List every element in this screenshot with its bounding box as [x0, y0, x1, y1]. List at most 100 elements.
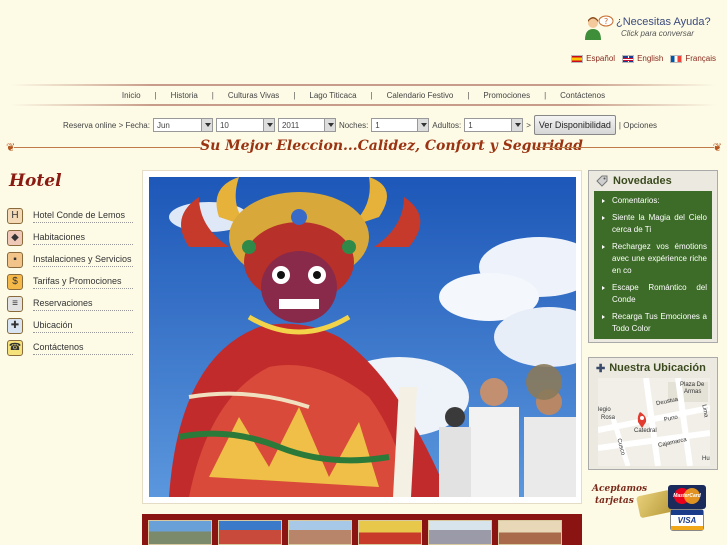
room-icon: ◆ — [7, 230, 23, 246]
ornament-right-icon: ❦ — [712, 142, 722, 154]
visa-card-icon: VISA — [670, 509, 704, 531]
sidebar-item[interactable]: ≡ Reservaciones — [7, 293, 133, 315]
sidebar-item[interactable]: ▪ Instalaciones y Servicios — [7, 249, 133, 271]
reservation-icon: ≡ — [7, 296, 23, 312]
sidebar-item-label: Contáctenos — [33, 342, 133, 355]
news-item[interactable]: Comentarios: — [599, 195, 707, 207]
sidebar-title: Hotel — [9, 171, 62, 191]
thumbnail-5[interactable] — [428, 520, 492, 545]
uk-flag-icon — [622, 54, 635, 63]
france-flag-icon — [670, 54, 683, 63]
hero-image — [149, 177, 576, 497]
news-item[interactable]: Siente la Magia del Cielo cerca de Ti — [599, 212, 707, 236]
nav-separator: | — [293, 90, 296, 100]
luggage-icon: ▪ — [7, 252, 23, 268]
sidebar-item[interactable]: H Hotel Conde de Lemos — [7, 205, 133, 227]
nav-promociones[interactable]: Promociones — [483, 91, 530, 100]
adults-select[interactable]: 1 — [464, 118, 524, 132]
price-icon: $ — [7, 274, 23, 290]
language-selector: Español English Français — [571, 54, 716, 63]
thumbnail-strip — [142, 514, 582, 545]
booking-label: Reserva online > Fecha: — [63, 120, 150, 130]
chat-assistant-icon: ? — [585, 15, 614, 40]
news-header: Novedades — [589, 171, 717, 191]
sidebar-item[interactable]: ☎ Contáctenos — [7, 337, 133, 359]
map-label: Plaza De — [680, 382, 705, 388]
sidebar-item-label: Instalaciones y Servicios — [33, 254, 133, 267]
chevron-down-icon — [200, 119, 212, 131]
nav-separator: | — [211, 90, 214, 100]
map-label: Rosa — [601, 415, 616, 421]
chevron-down-icon — [262, 119, 274, 131]
accepted-cards: Aceptamos tarjetas MasterCard VISA — [590, 483, 720, 545]
chevron-down-icon — [323, 119, 335, 131]
sidebar-item[interactable]: ✚ Ubicación — [7, 315, 133, 337]
thumbnail-6[interactable] — [498, 520, 562, 545]
help-subtitle[interactable]: Click para conversar — [621, 29, 694, 38]
sidebar-item-label: Hotel Conde de Lemos — [33, 210, 133, 223]
map-label: Hu — [702, 456, 710, 462]
nav-lago-titicaca[interactable]: Lago Titicaca — [309, 91, 356, 100]
chevron-down-icon — [417, 119, 429, 131]
sidebar-item-label: Habitaciones — [33, 232, 133, 245]
lang-english[interactable]: English — [622, 54, 663, 63]
map-label: legio — [598, 407, 611, 413]
nav-contactenos[interactable]: Contáctenos — [560, 91, 605, 100]
chat-help-widget[interactable]: ? ¿Necesitas Ayuda? Click para conversar — [584, 13, 724, 40]
location-header: ✚ Nuestra Ubicación — [589, 358, 717, 378]
thumbnail-2[interactable] — [218, 520, 282, 545]
sidebar-menu: H Hotel Conde de Lemos ◆ Habitaciones ▪ Insta… — [7, 205, 133, 359]
news-title: Novedades — [613, 175, 672, 187]
thumbnail-4[interactable] — [358, 520, 422, 545]
nav-separator: | — [370, 90, 373, 100]
year-select[interactable]: 2011 — [277, 118, 336, 132]
day-select[interactable]: 10 — [215, 118, 275, 132]
nav-divider-top — [10, 84, 717, 86]
slogan: Su Mejor Eleccion...Calidez, Confort y S… — [200, 138, 583, 154]
map-label: Armas — [684, 389, 702, 395]
location-icon: ✚ — [7, 318, 23, 334]
nav-separator: | — [154, 90, 157, 100]
sidebar-item-label: Reservaciones — [33, 298, 133, 311]
location-title: Nuestra Ubicación — [609, 362, 706, 374]
lang-french[interactable]: Français — [670, 54, 716, 63]
month-select[interactable]: Jun — [152, 118, 213, 132]
svg-text:?: ? — [604, 17, 608, 26]
thumbnail-1[interactable] — [148, 520, 212, 545]
nav-divider-bottom — [10, 104, 717, 106]
sidebar-item-label: Ubicación — [33, 320, 133, 333]
nav-historia[interactable]: Historia — [171, 91, 198, 100]
sidebar-item[interactable]: $ Tarifas y Promociones — [7, 271, 133, 293]
nav-calendario-festivo[interactable]: Calendario Festivo — [387, 91, 454, 100]
mastercard-icon: MasterCard — [668, 485, 706, 509]
chevron-down-icon — [511, 119, 523, 131]
hero-frame — [142, 170, 582, 504]
location-map[interactable]: Plaza De Armas Deustua Puno Lima legio R… — [598, 378, 710, 466]
slogan-row: ❦ Su Mejor Eleccion...Calidez, Confort y… — [6, 138, 722, 156]
nights-select[interactable]: 1 — [371, 118, 430, 132]
news-box: Novedades Comentarios: Siente la Magia de… — [588, 170, 718, 343]
news-item[interactable]: Recarga Tus Emociones a Todo Color — [599, 311, 707, 335]
sidebar-item[interactable]: ◆ Habitaciones — [7, 227, 133, 249]
help-question[interactable]: ¿Necesitas Ayuda? — [616, 16, 711, 28]
options-link[interactable]: | Opciones — [619, 121, 657, 130]
phone-icon: ☎ — [7, 340, 23, 356]
thumbnail-3[interactable] — [288, 520, 352, 545]
spain-flag-icon — [571, 54, 584, 63]
lang-spanish[interactable]: Español — [571, 54, 615, 63]
map-label: Catedral — [634, 428, 657, 434]
location-cross-icon: ✚ — [596, 362, 606, 375]
news-item[interactable]: Escape Romántico del Conde — [599, 282, 707, 306]
location-box: ✚ Nuestra Ubicación Plaza De Armas Deust… — [588, 357, 718, 470]
nav-culturas-vivas[interactable]: Culturas Vivas — [228, 91, 279, 100]
check-availability-button[interactable]: Ver Disponibilidad — [533, 115, 616, 135]
hotel-h-icon: H — [7, 208, 23, 224]
nav-inicio[interactable]: Inicio — [122, 91, 141, 100]
main-nav: Inicio | Historia | Culturas Vivas | Lag… — [10, 84, 717, 106]
nights-label: Noches: — [338, 120, 369, 130]
news-item[interactable]: Rechargez vos émotions avec une expérien… — [599, 241, 707, 277]
booking-bar: Reserva online > Fecha: Jun 10 2011 Noch… — [63, 115, 657, 135]
booking-arrow: > — [526, 120, 531, 130]
tag-icon — [596, 175, 608, 187]
news-list: Comentarios: Siente la Magia del Cielo ce… — [594, 191, 712, 339]
